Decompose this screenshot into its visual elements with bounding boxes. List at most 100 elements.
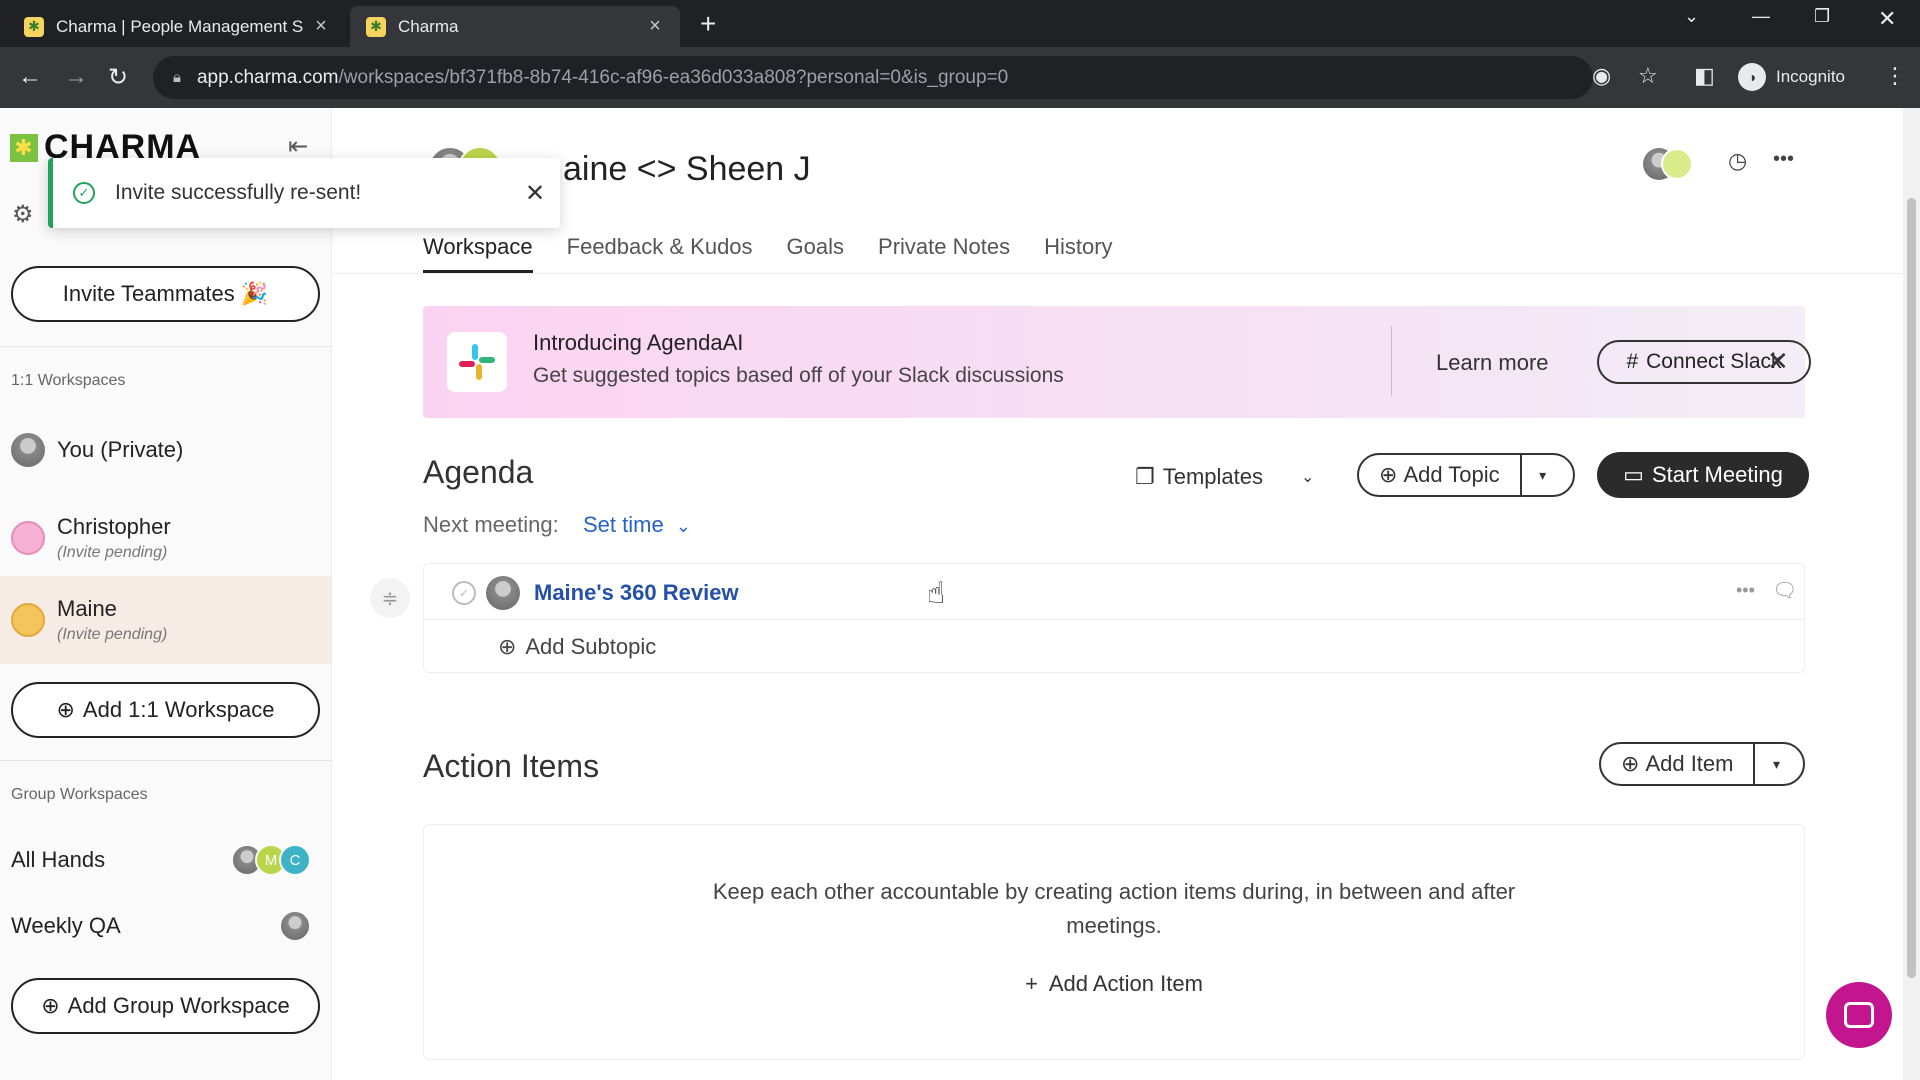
invite-teammates-button[interactable]: Invite Teammates 🎉 (11, 266, 320, 322)
tab-goals[interactable]: Goals (787, 234, 844, 273)
collapse-sidebar-icon[interactable]: ⇤ (288, 132, 308, 161)
drag-handle-icon[interactable]: ≑ (370, 578, 410, 618)
sidebar-item-you-private[interactable]: You (Private) (0, 414, 331, 486)
tracking-protection-eye-icon[interactable]: ◉ (1592, 63, 1611, 89)
group-name: Weekly QA (11, 913, 121, 938)
scrollbar-thumb[interactable] (1907, 198, 1916, 978)
add-item-chevron-icon[interactable]: ▾ (1755, 744, 1797, 784)
add-group-workspace-button[interactable]: ⊕ Add Group Workspace (11, 978, 320, 1034)
add-workspace-label: Add 1:1 Workspace (82, 697, 275, 722)
sidebar-item-all-hands[interactable]: All Hands M C (11, 840, 311, 880)
avatar (486, 576, 520, 610)
group-workspaces-heading: Group Workspaces (11, 786, 148, 803)
avatar (279, 910, 311, 942)
agenda-heading: Agenda (423, 454, 534, 490)
connect-slack-label: Connect Slack (1646, 350, 1782, 373)
templates-dropdown[interactable]: ❐ Templates ⌄ (1135, 464, 1314, 490)
close-banner-icon[interactable]: ✕ (1767, 346, 1789, 377)
bookmark-star-icon[interactable]: ☆ (1638, 63, 1658, 89)
tab-title: Charma | People Management S (56, 16, 304, 36)
check-circle-icon: ✓ (73, 182, 95, 204)
page-scrollbar[interactable] (1903, 108, 1920, 1080)
action-items-card: Keep each other accountable by creating … (423, 824, 1805, 1060)
sidebar-item-maine[interactable]: Maine (Invite pending) (0, 576, 331, 664)
plus-icon: + (1025, 971, 1038, 996)
url-field[interactable]: 🔒︎ app.charma.com/workspaces/bf371fb8-8b… (153, 56, 1593, 99)
tab-search-chevron-icon[interactable]: ⌄ (1684, 6, 1699, 27)
check-circle-icon[interactable]: ✓ (452, 581, 476, 605)
topic-title[interactable]: Maine's 360 Review (534, 580, 739, 606)
plus-circle-icon: ⊕ (41, 993, 60, 1018)
new-tab-icon[interactable]: + (700, 8, 716, 40)
add-topic-button[interactable]: ⊕ Add Topic (1359, 455, 1522, 495)
close-toast-icon[interactable]: ✕ (510, 179, 560, 208)
add-item-label: Add Item (1645, 751, 1734, 776)
close-tab-icon[interactable]: × (644, 15, 666, 38)
tab-history[interactable]: History (1044, 234, 1112, 273)
sidebar: ✱ CHARMA ⇤ ⚙ Invite Teammates 🎉 1:1 Work… (0, 108, 332, 1080)
participant-avatars[interactable] (1643, 148, 1693, 188)
add-topic-chevron-icon[interactable]: ▾ (1522, 455, 1564, 495)
charma-logo-icon: ✱ (10, 133, 38, 162)
gear-icon[interactable]: ⚙ (12, 200, 34, 229)
avatar (11, 433, 45, 467)
incognito-label: Incognito (1776, 67, 1845, 86)
sidebar-divider (0, 760, 332, 761)
group-name: All Hands (11, 847, 106, 872)
templates-icon: ❐ (1135, 464, 1155, 489)
more-options-icon[interactable]: ••• (1773, 148, 1794, 171)
templates-label: Templates (1162, 464, 1264, 489)
chevron-down-icon: ⌄ (1301, 469, 1315, 486)
topic-row[interactable]: ✓ Maine's 360 Review ••• 🗨︎ (424, 564, 1804, 620)
page-title: aine <> Sheen J (563, 150, 811, 188)
back-arrow-icon[interactable]: ← (18, 63, 42, 91)
agenda-ai-banner: Introducing AgendaAI Get suggested topic… (423, 306, 1811, 418)
minimize-window-icon[interactable]: — (1752, 6, 1770, 27)
plus-circle-icon: ⊕ (1379, 462, 1398, 487)
topic-more-icon[interactable]: ••• (1736, 580, 1755, 601)
browser-tab-charma[interactable]: ✱ Charma × (350, 6, 680, 47)
learn-more-link[interactable]: Learn more (1436, 350, 1549, 376)
chevron-down-icon: ⌄ (675, 516, 691, 536)
forward-arrow-icon[interactable]: → (64, 63, 88, 91)
tab-title: Charma (398, 16, 459, 36)
invite-pending-label: (Invite pending) (57, 544, 168, 561)
avatar: C (279, 844, 311, 876)
app-root: ✱ CHARMA ⇤ ⚙ Invite Teammates 🎉 1:1 Work… (0, 108, 1920, 1080)
start-meeting-label: Start Meeting (1651, 462, 1783, 487)
monitor-icon: ▭ (1623, 462, 1644, 487)
start-meeting-button[interactable]: ▭ Start Meeting (1597, 452, 1809, 498)
add-subtopic-button[interactable]: ⊕ Add Subtopic (498, 634, 656, 660)
add-workspace-button[interactable]: ⊕ Add 1:1 Workspace (11, 682, 320, 738)
tab-workspace[interactable]: Workspace (423, 234, 533, 273)
add-action-item-button[interactable]: + Add Action Item (424, 971, 1804, 997)
tab-private-notes[interactable]: Private Notes (878, 234, 1010, 273)
close-tab-icon[interactable]: × (310, 15, 332, 38)
incognito-profile[interactable]: ◑ Incognito (1738, 57, 1845, 97)
hand-cursor-icon: ☝ (927, 577, 946, 610)
restore-window-icon[interactable]: ❐ (1814, 6, 1830, 27)
plus-circle-icon: ⊕ (1621, 751, 1640, 776)
banner-divider (1391, 326, 1392, 396)
sidebar-item-christopher[interactable]: Christopher (Invite pending) (0, 496, 331, 580)
comment-icon[interactable]: 🗨︎ (1772, 578, 1797, 603)
workspace-name: You (Private) (57, 437, 184, 462)
group-avatars: M C (231, 844, 311, 876)
add-item-button[interactable]: ⊕ Add Item (1601, 744, 1756, 784)
workspace-tabs: Workspace Feedback & Kudos Goals Private… (423, 234, 1113, 273)
set-time-dropdown[interactable]: Set time ⌄ (583, 512, 691, 538)
clock-icon[interactable]: ◷ (1728, 148, 1747, 174)
sidebar-divider (0, 346, 332, 347)
main-content: aine <> Sheen J ◷ ••• Workspace Feedback… (333, 108, 1903, 1080)
browser-menu-icon[interactable]: ⋮ (1884, 63, 1906, 89)
chat-support-button[interactable] (1826, 982, 1892, 1048)
add-group-label: Add Group Workspace (67, 993, 290, 1018)
add-topic-split-button: ⊕ Add Topic ▾ (1357, 453, 1575, 497)
one-on-one-heading: 1:1 Workspaces (11, 372, 126, 389)
browser-tab-people-management[interactable]: ✱ Charma | People Management S × (8, 6, 346, 47)
side-panel-icon[interactable]: ◧ (1694, 63, 1715, 89)
close-window-icon[interactable]: ✕ (1878, 6, 1896, 32)
reload-icon[interactable]: ↻ (108, 63, 128, 92)
sidebar-item-weekly-qa[interactable]: Weekly QA (11, 906, 311, 946)
tab-feedback-kudos[interactable]: Feedback & Kudos (567, 234, 753, 273)
